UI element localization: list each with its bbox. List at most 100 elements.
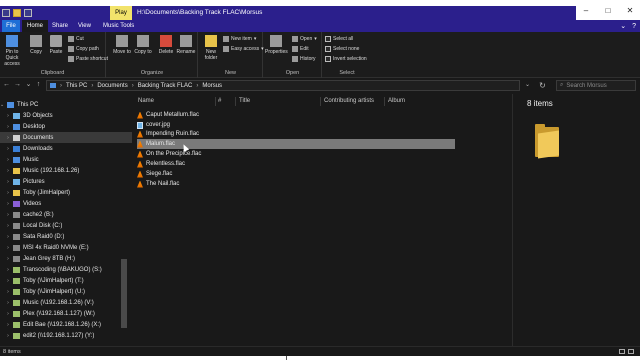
chevron-right-icon[interactable]: › bbox=[6, 212, 10, 218]
chevron-right-icon[interactable]: › bbox=[6, 223, 10, 229]
sidebar-item-drive-v[interactable]: › Music (\\192.168.1.26) (V:) bbox=[0, 297, 132, 308]
sidebar-item-pictures[interactable]: › Pictures bbox=[0, 176, 132, 187]
rename-button[interactable]: Rename bbox=[175, 35, 197, 55]
sidebar-item-music[interactable]: › Music bbox=[0, 154, 132, 165]
sidebar-item-videos[interactable]: › Videos bbox=[0, 198, 132, 209]
sidebar-item-drive-h[interactable]: › Jean Grey 8TB (H:) bbox=[0, 253, 132, 264]
sidebar-item-drive-u[interactable]: › Toby (\\JimHalpert) (U:) bbox=[0, 286, 132, 297]
sidebar-item-downloads[interactable]: › Downloads bbox=[0, 143, 132, 154]
tab-view[interactable]: View bbox=[78, 20, 91, 32]
sidebar-item-3d-objects[interactable]: › 3D Objects bbox=[0, 110, 132, 121]
sidebar-item-desktop[interactable]: › Desktop bbox=[0, 121, 132, 132]
paste-shortcut-button[interactable]: Paste shortcut bbox=[68, 55, 108, 63]
sidebar-item-drive-d[interactable]: › Sata Raid0 (D:) bbox=[0, 231, 132, 242]
sidebar-item-music-network[interactable]: › Music (192.168.1.26) bbox=[0, 165, 132, 176]
chevron-right-icon[interactable]: › bbox=[6, 322, 10, 328]
chevron-right-icon[interactable]: › bbox=[6, 311, 10, 317]
large-icons-view-icon[interactable] bbox=[628, 349, 634, 354]
sidebar-item-drive-b[interactable]: › cache2 (B:) bbox=[0, 209, 132, 220]
breadcrumb-documents[interactable]: Documents bbox=[97, 83, 127, 89]
sidebar-item-drive-w[interactable]: › Plex (\\192.168.1.127) (W:) bbox=[0, 308, 132, 319]
up-button[interactable]: ↑ bbox=[34, 80, 43, 90]
refresh-button[interactable]: ↻ bbox=[538, 80, 547, 91]
folder-icon[interactable] bbox=[13, 9, 21, 17]
pin-to-quick-access-button[interactable]: Pin to Quick access bbox=[1, 35, 23, 67]
sidebar-item-documents[interactable]: › Documents bbox=[0, 132, 132, 143]
column-number[interactable]: # bbox=[218, 98, 221, 104]
address-bar[interactable]: › This PC › Documents › Backing Track FL… bbox=[46, 80, 520, 91]
address-dropdown-button[interactable]: ⌄ bbox=[523, 80, 532, 91]
chevron-right-icon[interactable]: › bbox=[6, 179, 10, 185]
chevron-right-icon[interactable]: › bbox=[6, 267, 10, 273]
close-button[interactable]: ✕ bbox=[626, 7, 634, 15]
paste-button[interactable]: Paste bbox=[45, 35, 67, 55]
details-view-icon[interactable] bbox=[619, 349, 625, 354]
chevron-right-icon[interactable]: › bbox=[6, 168, 10, 174]
delete-button[interactable]: Delete bbox=[155, 35, 177, 55]
sidebar-item-drive-c[interactable]: › Local Disk (C:) bbox=[0, 220, 132, 231]
sidebar-item-drive-y[interactable]: › edit2 (\\192.168.1.127) (Y:) bbox=[0, 330, 132, 341]
open-button[interactable]: Open ▾ bbox=[292, 35, 317, 43]
sidebar-item-toby[interactable]: › Toby (JimHalpert) bbox=[0, 187, 132, 198]
list-item[interactable]: Relentless.flac bbox=[137, 159, 455, 169]
properties-button[interactable]: Properties bbox=[265, 35, 288, 55]
sidebar-item-drive-t[interactable]: › Toby (\\JimHalpert) (T:) bbox=[0, 275, 132, 286]
history-button[interactable]: History bbox=[292, 55, 316, 63]
breadcrumb-this-pc[interactable]: This PC bbox=[66, 83, 87, 89]
forward-button[interactable]: → bbox=[13, 80, 22, 90]
sidebar-item-drive-x[interactable]: › Edit Bae (\\192.168.1.26) (X:) bbox=[0, 319, 132, 330]
tab-music-tools[interactable]: Music Tools bbox=[103, 20, 134, 32]
chevron-right-icon[interactable]: › bbox=[6, 135, 10, 141]
minimize-button[interactable]: – bbox=[582, 7, 590, 15]
save-icon[interactable] bbox=[2, 9, 10, 17]
chevron-right-icon[interactable]: › bbox=[6, 234, 10, 240]
column-title[interactable]: Title bbox=[239, 98, 250, 104]
tab-share[interactable]: Share bbox=[52, 20, 68, 32]
play-contextual-tab[interactable]: Play bbox=[110, 6, 132, 20]
easy-access-button[interactable]: Easy access ▾ bbox=[223, 45, 264, 53]
chevron-right-icon[interactable]: › bbox=[6, 146, 10, 152]
sidebar-item-drive-s[interactable]: › Transcoding (\\BAKUGO) (S:) bbox=[0, 264, 132, 275]
chevron-right-icon[interactable]: › bbox=[6, 289, 10, 295]
list-item[interactable]: Siege.flac bbox=[137, 169, 455, 179]
column-divider[interactable] bbox=[235, 97, 236, 106]
cut-button[interactable]: Cut bbox=[68, 35, 84, 43]
customize-icon[interactable] bbox=[24, 9, 32, 17]
list-item[interactable]: The Nail.flac bbox=[137, 179, 455, 189]
column-divider[interactable] bbox=[320, 97, 321, 106]
column-name[interactable]: Name bbox=[138, 98, 154, 104]
chevron-right-icon[interactable]: › bbox=[6, 333, 10, 339]
copy-button[interactable]: Copy bbox=[25, 35, 47, 55]
column-divider[interactable] bbox=[215, 97, 216, 106]
column-divider[interactable] bbox=[384, 97, 385, 106]
list-item[interactable]: Caput Metallum.flac bbox=[137, 110, 455, 120]
search-input[interactable]: ⌕ Search Morsus bbox=[556, 80, 636, 91]
chevron-right-icon[interactable]: › bbox=[6, 157, 10, 163]
new-folder-button[interactable]: New folder bbox=[200, 35, 222, 61]
chevron-right-icon[interactable]: › bbox=[6, 190, 10, 196]
chevron-right-icon[interactable]: › bbox=[6, 278, 10, 284]
chevron-down-icon[interactable]: ⌄ bbox=[0, 102, 4, 108]
invert-selection-button[interactable]: Invert selection bbox=[325, 55, 367, 63]
list-item[interactable]: Impending Ruin.flac bbox=[137, 129, 455, 139]
maximize-button[interactable]: □ bbox=[604, 7, 612, 15]
breadcrumb-morsus[interactable]: Morsus bbox=[202, 83, 222, 89]
copy-path-button[interactable]: Copy path bbox=[68, 45, 99, 53]
chevron-right-icon[interactable]: › bbox=[6, 124, 10, 130]
select-all-button[interactable]: Select all bbox=[325, 35, 353, 43]
column-album[interactable]: Album bbox=[388, 98, 405, 104]
sidebar-item-this-pc[interactable]: ⌄ This PC bbox=[0, 99, 132, 110]
chevron-right-icon[interactable]: › bbox=[6, 300, 10, 306]
tab-file[interactable]: File bbox=[2, 20, 20, 32]
chevron-right-icon[interactable]: › bbox=[6, 245, 10, 251]
move-to-button[interactable]: Move to bbox=[111, 35, 133, 55]
back-button[interactable]: ← bbox=[2, 80, 11, 90]
sidebar-scrollbar[interactable] bbox=[121, 259, 127, 328]
help-icon[interactable]: ? bbox=[632, 23, 636, 30]
recent-locations-button[interactable]: ⌄ bbox=[24, 80, 33, 90]
chevron-right-icon[interactable]: › bbox=[6, 201, 10, 207]
edit-button[interactable]: Edit bbox=[292, 45, 309, 53]
tab-home[interactable]: Home bbox=[22, 20, 48, 32]
new-item-button[interactable]: New item ▾ bbox=[223, 35, 256, 43]
chevron-down-icon[interactable]: ⌄ bbox=[620, 22, 626, 30]
